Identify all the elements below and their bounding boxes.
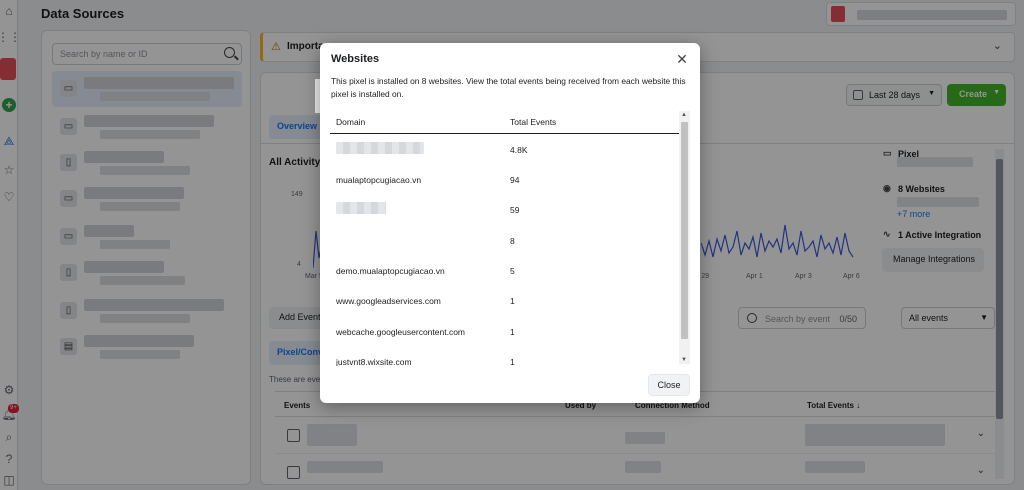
scrollbar-thumb[interactable]: [681, 122, 688, 339]
table-row: 59: [330, 195, 679, 225]
table-row: webcache.googleusercontent.com 1: [330, 317, 679, 347]
dialog-title: Websites: [331, 53, 380, 65]
events-cell: 5: [510, 266, 515, 276]
table-row: 8: [330, 226, 679, 256]
close-button[interactable]: Close: [648, 374, 690, 396]
col-total-events: Total Events: [510, 117, 557, 127]
redacted-domain: [336, 202, 386, 214]
events-cell: 94: [510, 175, 520, 185]
col-domain: Domain: [336, 117, 366, 127]
table-row: demo.mualaptopcugiacao.vn 5: [330, 256, 679, 286]
table-row: 4.8K: [330, 135, 679, 165]
websites-table-header: Domain Total Events: [330, 112, 679, 134]
scroll-down-arrow-icon[interactable]: ▼: [681, 357, 687, 363]
websites-table: Domain Total Events 4.8K mualaptopcugiac…: [330, 112, 690, 366]
events-cell: 59: [510, 205, 520, 215]
events-cell: 1: [510, 327, 515, 337]
table-row: mualaptopcugiacao.vn 94: [330, 165, 679, 195]
events-cell: 1: [510, 357, 515, 366]
domain-cell: www.googleadservices.com: [336, 296, 441, 306]
table-row: justvnt8.wixsite.com 1: [330, 347, 679, 366]
domain-cell: demo.mualaptopcugiacao.vn: [336, 266, 445, 276]
domain-cell: [336, 142, 424, 156]
websites-scrollbar[interactable]: ▲ ▼: [679, 111, 690, 364]
events-cell: 4.8K: [510, 145, 528, 155]
dialog-description: This pixel is installed on 8 websites. V…: [331, 76, 686, 99]
websites-dialog: Websites ✕ This pixel is installed on 8 …: [320, 43, 700, 403]
scroll-up-arrow-icon[interactable]: ▲: [681, 112, 687, 118]
domain-cell: [336, 202, 386, 216]
events-cell: 1: [510, 296, 515, 306]
domain-cell: mualaptopcugiacao.vn: [336, 175, 422, 185]
events-cell: 8: [510, 236, 515, 246]
close-icon[interactable]: ✕: [674, 51, 690, 67]
table-row: www.googleadservices.com 1: [330, 286, 679, 316]
domain-cell: webcache.googleusercontent.com: [336, 327, 465, 337]
domain-cell: justvnt8.wixsite.com: [336, 357, 412, 366]
redacted-domain: [336, 142, 424, 154]
